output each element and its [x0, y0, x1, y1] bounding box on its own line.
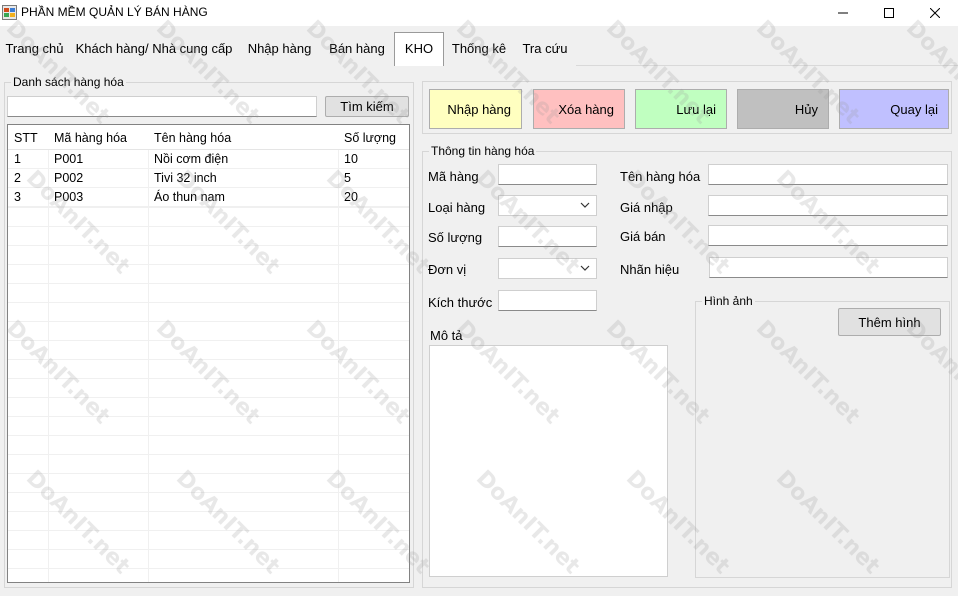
tab-strip: Trang chủ Khách hàng/ Nhà cung cấp Nhập …	[0, 32, 958, 66]
grid-empty-row-line	[8, 454, 409, 455]
category-select[interactable]	[498, 195, 597, 216]
import-price-label: Giá nhập	[620, 200, 673, 215]
sale-price-label: Giá bán	[620, 229, 666, 244]
grid-empty-row-line	[8, 435, 409, 436]
grid-empty-row-line	[8, 283, 409, 284]
grid-empty-row-line	[8, 530, 409, 531]
description-textarea[interactable]	[429, 345, 668, 577]
cell-code: P002	[54, 171, 84, 185]
image-group: Hình ảnh	[695, 294, 950, 578]
code-label: Mã hàng	[428, 169, 479, 184]
cell-quantity: 10	[344, 152, 358, 166]
brand-input[interactable]	[709, 257, 948, 278]
category-label: Loại hàng	[428, 200, 486, 215]
brand-label: Nhãn hiệu	[620, 262, 680, 277]
grid-empty-row-line	[8, 340, 409, 341]
grid-empty-row-line	[8, 492, 409, 493]
cell-name: Nồi cơm điện	[154, 152, 229, 166]
product-list-title: Danh sách hàng hóa	[11, 75, 126, 89]
cell-quantity: 20	[344, 190, 358, 204]
cell-name: Tivi 32 inch	[154, 171, 217, 185]
close-icon	[930, 8, 940, 18]
cell-name: Áo thun nam	[154, 190, 225, 204]
name-label: Tên hàng hóa	[620, 169, 701, 184]
delete-goods-button[interactable]: Xóa hàng	[533, 89, 625, 129]
cell-code: P003	[54, 190, 84, 204]
maximize-button[interactable]	[866, 0, 912, 26]
grid-empty-row-line	[8, 511, 409, 512]
grid-empty-row-line	[8, 359, 409, 360]
grid-empty-row-line	[8, 226, 409, 227]
sale-price-input[interactable]	[708, 225, 948, 246]
tab-customers-suppliers[interactable]: Khách hàng/ Nhà cung cấp	[69, 32, 239, 66]
quantity-label: Số lượng	[428, 230, 483, 245]
grid-empty-row-line	[8, 378, 409, 379]
grid-header: STT Mã hàng hóa Tên hàng hóa Số lượng	[8, 125, 409, 150]
column-header-stt[interactable]: STT	[8, 125, 48, 150]
name-input[interactable]	[708, 164, 948, 185]
grid-empty-row-line	[8, 397, 409, 398]
minimize-button[interactable]	[820, 0, 866, 26]
cell-stt: 2	[14, 171, 21, 185]
cell-stt: 3	[14, 190, 21, 204]
grid-empty-row-line	[8, 245, 409, 246]
table-row[interactable]: 3 P003 Áo thun nam 20	[8, 188, 409, 207]
size-input[interactable]	[498, 290, 597, 311]
grid-empty-row-line	[8, 473, 409, 474]
window-title: PHẦN MỀM QUẢN LÝ BÁN HÀNG	[21, 5, 208, 19]
chevron-down-icon	[580, 202, 590, 208]
search-input[interactable]	[7, 96, 317, 117]
table-row[interactable]: 2 P002 Tivi 32 inch 5	[8, 169, 409, 188]
cancel-button[interactable]: Hủy	[737, 89, 829, 129]
app-icon	[2, 5, 17, 20]
tab-lookup[interactable]: Tra cứu	[514, 32, 576, 66]
tab-warehouse[interactable]: KHO	[394, 32, 444, 66]
size-label: Kích thước	[428, 295, 493, 310]
product-grid[interactable]: STT Mã hàng hóa Tên hàng hóa Số lượng 1 …	[7, 124, 410, 583]
cell-quantity: 5	[344, 171, 351, 185]
tab-home[interactable]: Trang chủ	[0, 32, 69, 66]
cell-stt: 1	[14, 152, 21, 166]
unit-label: Đơn vị	[428, 262, 467, 277]
grid-empty-row-line	[8, 264, 409, 265]
tab-sales[interactable]: Bán hàng	[320, 32, 394, 66]
maximize-icon	[884, 8, 894, 18]
description-label: Mô tả	[430, 328, 463, 343]
table-row[interactable]: 1 P001 Nồi cơm điện 10	[8, 150, 409, 169]
chevron-down-icon	[580, 265, 590, 271]
grid-empty-row-line	[8, 207, 409, 208]
quantity-input[interactable]	[498, 226, 597, 247]
close-button[interactable]	[912, 0, 958, 26]
code-input[interactable]	[498, 164, 597, 185]
cell-code: P001	[54, 152, 84, 166]
search-button[interactable]: Tìm kiếm	[325, 96, 409, 117]
title-bar: PHẦN MỀM QUẢN LÝ BÁN HÀNG	[0, 0, 958, 26]
column-header-name[interactable]: Tên hàng hóa	[148, 125, 338, 150]
column-header-quantity[interactable]: Số lượng	[338, 125, 409, 150]
grid-empty-row-line	[8, 416, 409, 417]
grid-empty-row-line	[8, 549, 409, 550]
back-button[interactable]: Quay lại	[839, 89, 949, 129]
image-group-title: Hình ảnh	[702, 294, 755, 308]
grid-empty-row-line	[8, 321, 409, 322]
column-header-code[interactable]: Mã hàng hóa	[48, 125, 148, 150]
unit-select[interactable]	[498, 258, 597, 279]
add-image-button[interactable]: Thêm hình	[838, 308, 941, 336]
import-goods-button[interactable]: Nhập hàng	[429, 89, 522, 129]
grid-empty-row-line	[8, 568, 409, 569]
import-price-input[interactable]	[708, 195, 948, 216]
tab-import[interactable]: Nhập hàng	[239, 32, 320, 66]
grid-empty-row-line	[8, 302, 409, 303]
product-details-title: Thông tin hàng hóa	[429, 144, 537, 158]
save-button[interactable]: Lưu lại	[635, 89, 727, 129]
minimize-icon	[838, 12, 848, 14]
tab-statistics[interactable]: Thống kê	[444, 32, 514, 66]
